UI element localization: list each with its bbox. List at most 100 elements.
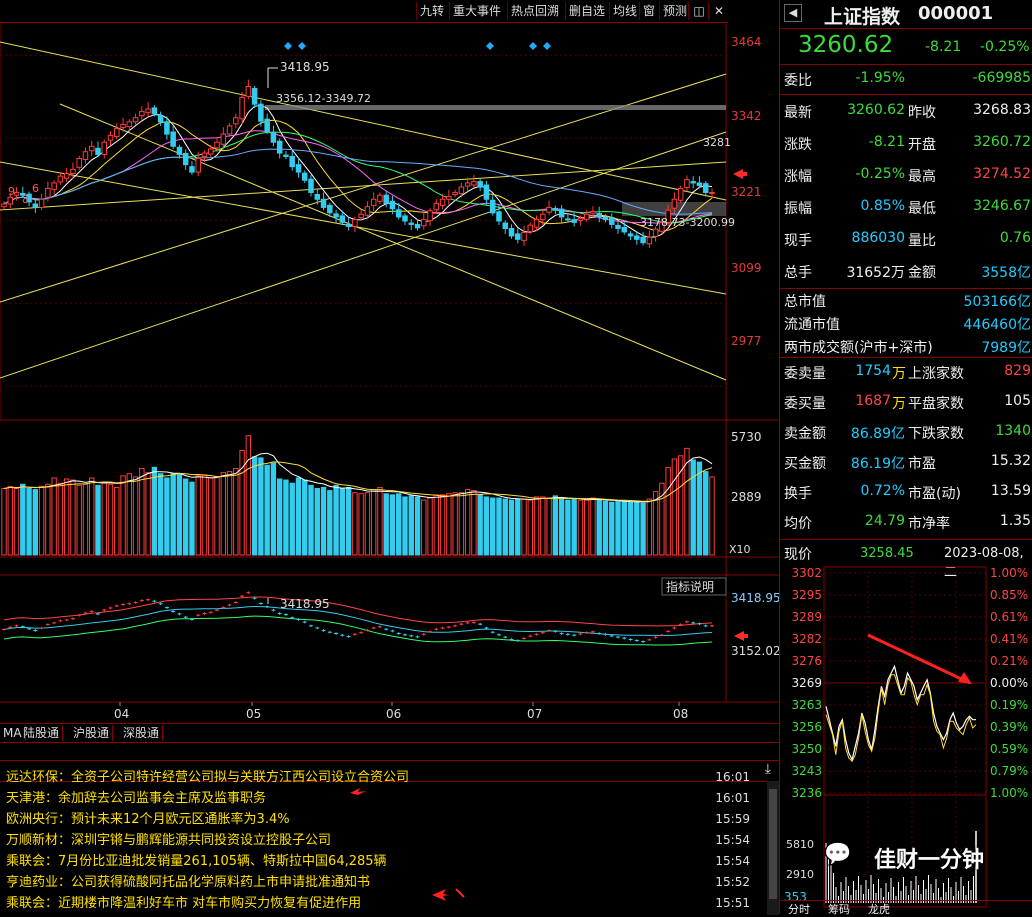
candle (308, 178, 314, 193)
news-time: 16:01 (715, 770, 750, 784)
x-axis-month: 05 (246, 707, 261, 721)
volume-unit-label: X10 (729, 543, 751, 556)
volume-bar (427, 497, 433, 556)
intraday-right-label: 0.19% (990, 698, 1028, 712)
resistance-band (265, 105, 726, 110)
tab-lugutong[interactable]: 陆股通 (20, 725, 64, 741)
news-item[interactable]: 万顺新材：深圳宇锵与鹏辉能源共同投资设立控股子公司 15:54 (6, 830, 758, 851)
price-axis-label: 3342 (731, 109, 762, 123)
panel-toggle-icon[interactable]: ◀ (784, 4, 802, 22)
volume-bar (38, 485, 45, 556)
volume-bar (652, 491, 659, 556)
volume-bar (164, 477, 170, 556)
intraday-left-label: 3236 (791, 786, 822, 800)
news-title: 近期楼市降温利好车市 对车市购买力恢复有促进作用 (58, 896, 362, 911)
tab-shengutong[interactable]: 深股通 (120, 725, 164, 741)
volume-bar (314, 488, 320, 556)
news-item[interactable]: 亨迪药业：公司获得硫酸阿托品化学原料药上市申请批准通知书 15:52 (6, 872, 758, 893)
candle (270, 131, 277, 143)
volume-bar (63, 478, 70, 556)
volume-bar (220, 472, 226, 556)
market-label: 总市值 (784, 294, 826, 310)
volume-bar (226, 471, 233, 556)
quote-label: 振幅 (784, 201, 812, 217)
stat-value: 1.35 (999, 513, 1031, 529)
toolbar-major-events-button[interactable]: 重大事件 (449, 2, 504, 20)
volume-bar (596, 499, 602, 556)
intraday-right-label: 0.61% (990, 610, 1028, 624)
restore-icon[interactable]: ◫ (688, 2, 709, 20)
indicator-upper-band (3, 596, 713, 627)
candle (301, 172, 308, 181)
news-item[interactable]: 乘联会：7月份比亚迪批发销量261,105辆、特斯拉中国64,285辆 15:5… (6, 851, 758, 872)
tab-hugutong[interactable]: 沪股通 (70, 725, 114, 741)
candle (452, 191, 458, 196)
news-item[interactable]: 天津港：余加辞去公司监事会主席及监事职务 16:01 (6, 788, 758, 809)
toolbar-forecast-button[interactable]: 预测 (659, 2, 690, 20)
stat-row: 买金额 86.19亿 市盈 15.32 (780, 447, 1032, 477)
market-row: 总市值 503166亿 (780, 288, 1032, 311)
quote-label: 量比 (908, 233, 936, 249)
volume-bar (308, 484, 314, 556)
volume-bar (157, 473, 164, 556)
stat-label: 买金额 (784, 456, 826, 472)
stat-row: 委买量 1687 万 平盘家数 105 (780, 387, 1032, 417)
volume-bar (345, 486, 352, 556)
candle (439, 198, 446, 206)
volume-bar (233, 467, 239, 556)
candle (515, 233, 521, 240)
tab-chips[interactable]: 筹码 (828, 901, 850, 917)
intraday-price-line (825, 664, 976, 762)
candle (101, 141, 107, 155)
toolbar-hotspot-button[interactable]: 热点回溯 (507, 2, 562, 20)
tab-dragon-tiger[interactable]: 龙虎 (868, 901, 890, 917)
news-title: 余加辞去公司监事会主席及监事职务 (58, 791, 267, 806)
volume-bar (302, 479, 308, 556)
intraday-left-label: 3243 (791, 764, 822, 778)
toolbar-remove-watchlist-button[interactable]: 删自选 (565, 2, 608, 20)
candle (214, 141, 220, 149)
candle (201, 152, 208, 157)
event-markers[interactable] (284, 42, 551, 50)
market-label: 两市成交额(沪市+深市) (784, 340, 933, 356)
intraday-volume-label: 2910 (786, 868, 814, 881)
volume-bar (120, 475, 126, 556)
price-axis-label: 2977 (731, 334, 762, 348)
news-item[interactable]: 远达环保：全资子公司特许经营公司拟与关联方江西公司设立合资公司 16:01 (6, 767, 758, 788)
news-item[interactable]: 乘联会：近期楼市降温利好车市 对车市购买力恢复有促进作用 15:51 (6, 893, 758, 914)
volume-bar (615, 500, 621, 556)
volume-bar (270, 462, 277, 556)
volume-bar (370, 489, 377, 556)
close-icon[interactable]: ✕ (708, 2, 729, 20)
news-time: 15:51 (715, 896, 750, 910)
volume-bar (452, 492, 458, 556)
volume-bar (464, 489, 471, 556)
volume-axis-label: 2889 (731, 490, 762, 504)
kline-chart[interactable]: 3418.95 3356.12-3349.72 3178.73-3200.99 … (0, 22, 779, 724)
volume-bar (446, 493, 452, 556)
news-scrollbar[interactable] (767, 781, 779, 915)
quote-value: 0.85% (860, 198, 905, 214)
stat-label: 市净率 (908, 516, 950, 532)
tab-intraday[interactable]: 分时 (788, 901, 810, 917)
volume-bar (471, 490, 477, 556)
candle (195, 158, 201, 173)
volume-bar (20, 483, 26, 556)
candle (408, 222, 415, 225)
indicator-lines (2, 591, 714, 646)
news-item[interactable]: 欧洲央行：预计未来12个月欧元区通胀率为3.4% 15:59 (6, 809, 758, 830)
volume-bar (114, 486, 120, 556)
stock-code: 000001 (918, 3, 994, 24)
toolbar-ma-button[interactable]: 均线 (609, 2, 640, 20)
candle (421, 219, 427, 227)
volume-bar (546, 497, 552, 556)
candle (327, 204, 333, 214)
toolbar-window-button[interactable]: 窗 (639, 2, 658, 20)
volume-bar (101, 481, 107, 556)
candle (565, 218, 571, 221)
volume-bar (515, 498, 521, 556)
candle (602, 216, 609, 221)
download-icon[interactable]: ⤓ (765, 761, 771, 777)
toolbar-nine-turn-button[interactable]: 九转 (416, 2, 447, 20)
volume-bar (483, 496, 490, 556)
